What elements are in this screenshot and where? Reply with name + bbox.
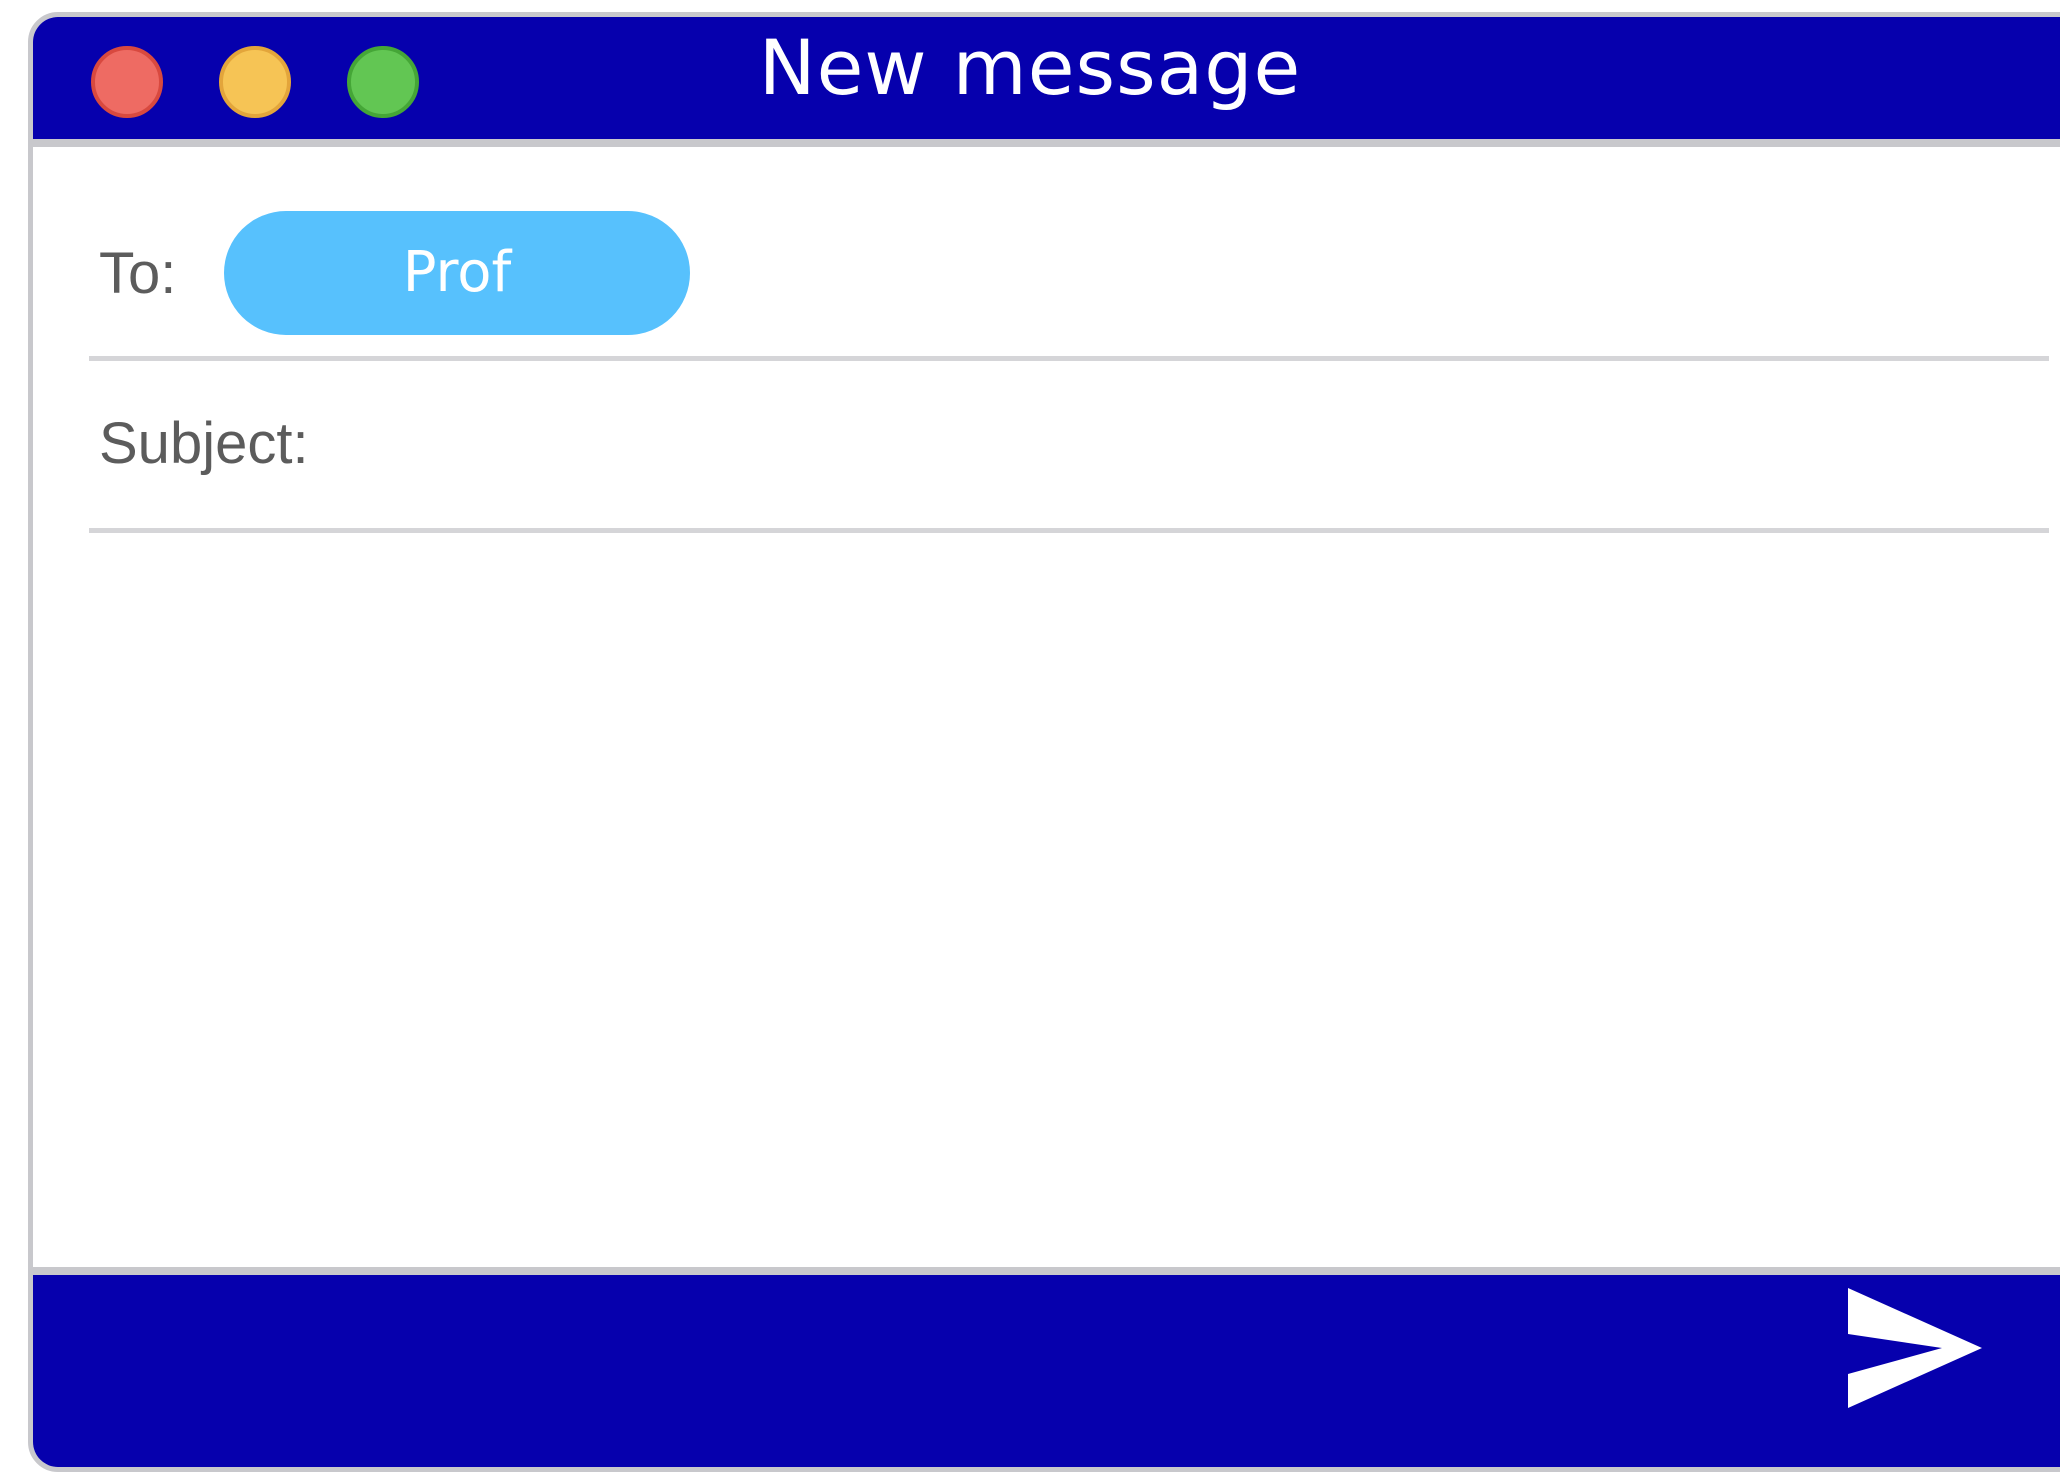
send-icon[interactable]: [1846, 1286, 1986, 1410]
to-label: To:: [99, 241, 177, 306]
subject-input[interactable]: [353, 387, 2037, 509]
recipient-chip[interactable]: Prof: [224, 211, 690, 335]
window-title: New message: [758, 23, 1302, 112]
compose-footer: [33, 1267, 2060, 1467]
send-arrow-shape: [1848, 1288, 1982, 1408]
compose-window: To: Prof Subject:: [28, 12, 2060, 1472]
subject-label: Subject:: [99, 411, 309, 476]
to-separator: [89, 356, 2049, 361]
subject-separator: [89, 528, 2049, 533]
message-body-input[interactable]: [89, 547, 2053, 1271]
